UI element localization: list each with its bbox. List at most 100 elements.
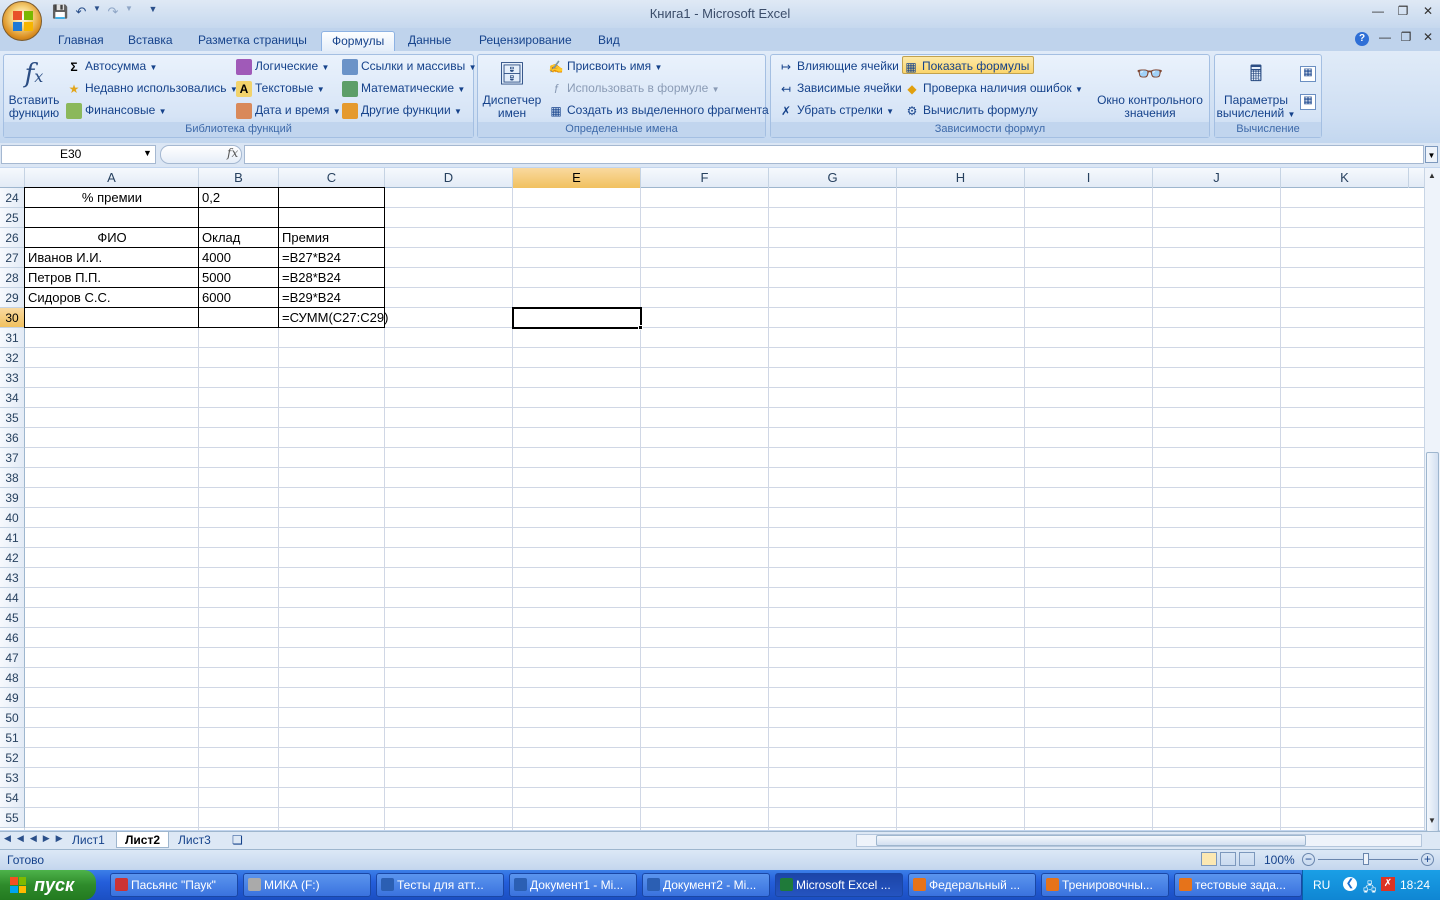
row-header-36[interactable]: 36 xyxy=(0,428,25,448)
datetime-button[interactable]: Дата и время ▼ xyxy=(236,101,341,119)
sheet-tab-2[interactable]: Лист2 xyxy=(116,832,170,848)
cell-b29[interactable]: 6000 xyxy=(199,288,279,308)
define-name-button[interactable]: ✍ Присвоить имя ▼ xyxy=(548,57,663,75)
math-button[interactable]: Математические ▼ xyxy=(342,79,465,97)
row-header-40[interactable]: 40 xyxy=(0,508,25,528)
taskbar-item[interactable]: тестовые зада... xyxy=(1174,873,1302,897)
network-icon[interactable]: 🖧 xyxy=(1363,878,1376,899)
ribbon-close-icon[interactable]: ✕ xyxy=(1418,30,1438,46)
logical-button[interactable]: Логические ▼ xyxy=(236,57,329,75)
taskbar-item[interactable]: МИКА (F:) xyxy=(243,873,371,897)
horizontal-scroll-thumb[interactable] xyxy=(876,835,1306,846)
zoom-slider-thumb[interactable] xyxy=(1363,853,1369,865)
worksheet-grid[interactable]: ABCDEFGHIJK 24 25 26 27 28 29 30 31 32 33 34 35 36 37… xyxy=(0,168,1424,830)
taskbar-item[interactable]: Microsoft Excel ... xyxy=(775,873,903,897)
normal-view-icon[interactable] xyxy=(1201,852,1217,866)
column-header-d[interactable]: D xyxy=(385,168,513,188)
column-header-j[interactable]: J xyxy=(1153,168,1281,188)
sheet-nav-icons[interactable]: ◀◀◀▶▶ xyxy=(4,833,69,844)
active-cell-selection[interactable] xyxy=(512,307,642,329)
minimize-icon[interactable]: — xyxy=(1368,4,1388,20)
column-header-b[interactable]: B xyxy=(199,168,279,188)
tab-home[interactable]: Главная xyxy=(48,31,114,52)
taskbar-item[interactable]: Документ2 - Mi... xyxy=(642,873,770,897)
vertical-scroll-thumb[interactable] xyxy=(1426,452,1439,832)
row-header-49[interactable]: 49 xyxy=(0,688,25,708)
ribbon-minimize-icon[interactable]: — xyxy=(1375,30,1395,46)
cell-c29[interactable]: =B29*B24 xyxy=(279,288,385,308)
row-header-52[interactable]: 52 xyxy=(0,748,25,768)
tab-view[interactable]: Вид xyxy=(588,31,630,52)
row-header-27[interactable]: 27 xyxy=(0,248,25,268)
row-header-38[interactable]: 38 xyxy=(0,468,25,488)
financial-button[interactable]: Финансовые ▼ xyxy=(66,101,167,119)
create-from-selection-button[interactable]: ▦ Создать из выделенного фрагмента xyxy=(548,101,768,119)
taskbar-item[interactable]: Пасьянс "Паук" xyxy=(110,873,238,897)
column-header-e[interactable]: E xyxy=(513,168,641,188)
cell-c28[interactable]: =B28*B24 xyxy=(279,268,385,288)
row-header-43[interactable]: 43 xyxy=(0,568,25,588)
help-icon[interactable]: ? xyxy=(1355,32,1369,46)
row-header-35[interactable]: 35 xyxy=(0,408,25,428)
antivirus-icon[interactable]: ✗ xyxy=(1381,877,1395,891)
start-button[interactable]: пуск xyxy=(0,870,96,900)
taskbar-item[interactable]: Документ1 - Mi... xyxy=(509,873,637,897)
error-checking-button[interactable]: ◆ Проверка наличия ошибок ▼ xyxy=(904,79,1083,97)
column-header-k[interactable]: K xyxy=(1281,168,1409,188)
row-header-54[interactable]: 54 xyxy=(0,788,25,808)
namebox-dropdown-icon[interactable]: ▼ xyxy=(143,148,152,158)
row-header-45[interactable]: 45 xyxy=(0,608,25,628)
row-header-25[interactable]: 25 xyxy=(0,208,25,228)
cell-b28[interactable]: 5000 xyxy=(199,268,279,288)
cell-a29[interactable]: Сидоров С.С. xyxy=(25,288,199,308)
row-header-51[interactable]: 51 xyxy=(0,728,25,748)
zoom-level[interactable]: 100% xyxy=(1264,853,1295,867)
cell-b24[interactable]: 0,2 xyxy=(199,188,279,208)
tab-formulas[interactable]: Формулы xyxy=(321,31,396,52)
show-formulas-button[interactable]: ▦ Показать формулы xyxy=(902,56,1035,74)
row-header-46[interactable]: 46 xyxy=(0,628,25,648)
column-header-h[interactable]: H xyxy=(897,168,1025,188)
row-header-31[interactable]: 31 xyxy=(0,328,25,348)
column-header-i[interactable]: I xyxy=(1025,168,1153,188)
evaluate-formula-button[interactable]: ⚙ Вычислить формулу xyxy=(904,101,1038,119)
insert-function-button[interactable]: fx Вставить функцию xyxy=(6,57,62,120)
zoom-in-icon[interactable]: + xyxy=(1421,853,1434,866)
vertical-scrollbar[interactable]: ▲ ▼ xyxy=(1424,168,1440,832)
row-header-55[interactable]: 55 xyxy=(0,808,25,828)
formula-input[interactable] xyxy=(244,145,1424,164)
row-header-39[interactable]: 39 xyxy=(0,488,25,508)
zoom-out-icon[interactable]: − xyxy=(1302,853,1315,866)
select-all-corner[interactable] xyxy=(0,168,25,188)
tab-insert[interactable]: Вставка xyxy=(118,31,183,52)
page-layout-view-icon[interactable] xyxy=(1220,852,1236,866)
trace-dependents-button[interactable]: ↤ Зависимые ячейки xyxy=(778,79,902,97)
taskbar-item[interactable]: Тренировочны... xyxy=(1041,873,1169,897)
cell-c26[interactable]: Премия xyxy=(279,228,385,248)
calc-sheet-icon[interactable]: ▦ xyxy=(1300,94,1316,110)
cell-a27[interactable]: Иванов И.И. xyxy=(25,248,199,268)
row-header-26[interactable]: 26 xyxy=(0,228,25,248)
name-manager-button[interactable]: 🗄 Диспетчер имен xyxy=(481,57,543,120)
column-header-g[interactable]: G xyxy=(769,168,897,188)
row-header-48[interactable]: 48 xyxy=(0,668,25,688)
cell-a24[interactable]: % премии xyxy=(25,188,199,208)
language-indicator[interactable]: RU xyxy=(1313,878,1330,892)
watch-window-button[interactable]: 👓 Окно контрольного значения xyxy=(1092,57,1208,120)
lookup-button[interactable]: Ссылки и массивы ▼ xyxy=(342,57,477,75)
calc-options-button[interactable]: 🖩 Параметры вычислений ▼ xyxy=(1216,57,1296,121)
row-header-47[interactable]: 47 xyxy=(0,648,25,668)
restore-icon[interactable]: ❐ xyxy=(1393,4,1413,20)
sheet-tab-3[interactable]: Лист3 xyxy=(170,832,219,848)
fill-handle[interactable] xyxy=(638,325,643,330)
remove-arrows-button[interactable]: ✗ Убрать стрелки ▼ xyxy=(778,101,894,119)
other-functions-button[interactable]: Другие функции ▼ xyxy=(342,101,462,119)
office-button[interactable] xyxy=(2,1,42,41)
cell-c27[interactable]: =B27*B24 xyxy=(279,248,385,268)
close-icon[interactable]: ✕ xyxy=(1418,4,1438,20)
insert-sheet-icon[interactable]: ❏ xyxy=(232,833,243,847)
trace-precedents-button[interactable]: ↦ Влияющие ячейки xyxy=(778,57,899,75)
row-header-44[interactable]: 44 xyxy=(0,588,25,608)
calc-now-icon[interactable]: ▦ xyxy=(1300,66,1316,82)
row-header-30[interactable]: 30 xyxy=(0,308,25,328)
